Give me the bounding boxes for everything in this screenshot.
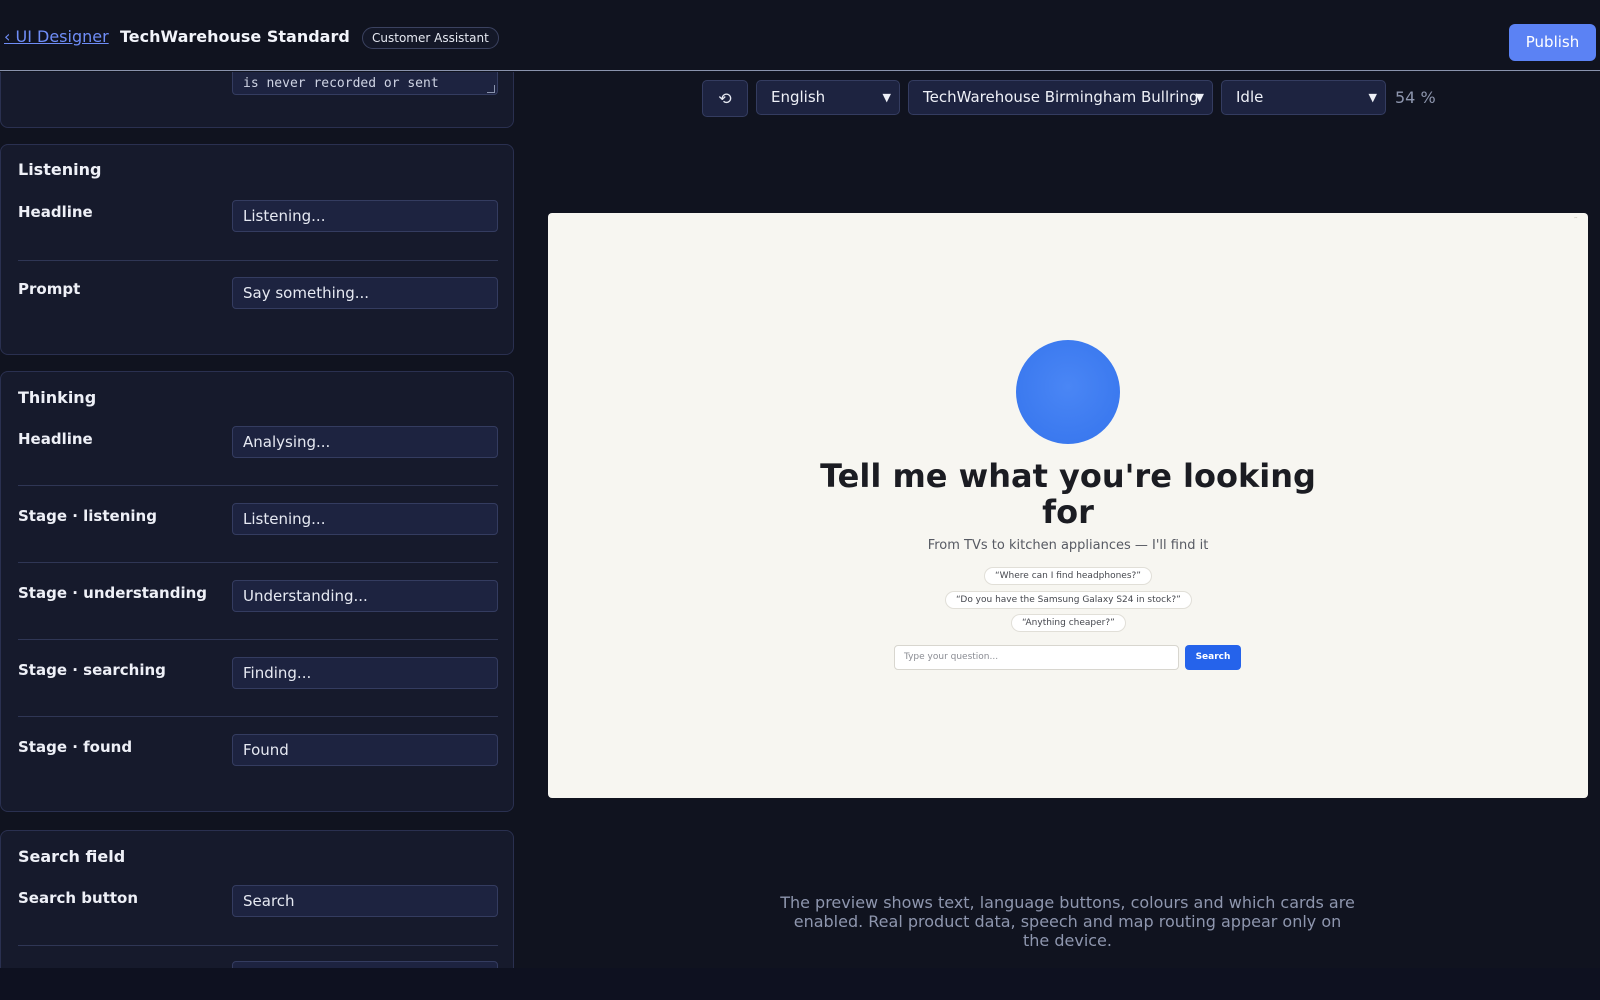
chevron-down-icon: ▼ xyxy=(1195,91,1204,104)
chevron-down-icon: ▼ xyxy=(882,91,891,104)
language-select-value: English xyxy=(771,88,826,106)
editor-panel[interactable]: is never recorded or sent Listening Head… xyxy=(0,72,514,968)
preview-corner-mark: ˜ xyxy=(1573,217,1579,227)
thinking-card-title: Thinking xyxy=(18,388,97,407)
listening-headline-field[interactable]: Listening... xyxy=(232,200,498,232)
search-button-field[interactable]: Search xyxy=(232,885,498,917)
search-field-card-title: Search field xyxy=(18,847,126,866)
thinking-card: Thinking Headline Analysing... Stage · l… xyxy=(0,371,514,812)
suggestion-chip[interactable]: “Do you have the Samsung Galaxy S24 in s… xyxy=(945,591,1192,609)
privacy-textarea-text: is never recorded or sent xyxy=(243,76,439,91)
row-divider xyxy=(18,639,498,640)
row-divider xyxy=(18,716,498,717)
reset-icon: ⟲ xyxy=(718,89,732,108)
store-select[interactable]: TechWarehouse Birmingham Bullring ▼ xyxy=(908,80,1213,115)
page-title: TechWarehouse Standard xyxy=(120,27,350,46)
search-field-card: Search field Search button Search xyxy=(0,830,514,968)
stage-listening-field[interactable]: Listening... xyxy=(232,503,498,535)
next-field[interactable] xyxy=(232,961,498,968)
stage-listening-label: Stage · listening xyxy=(18,507,157,525)
state-select-value: Idle xyxy=(1236,88,1264,106)
search-button-label: Search button xyxy=(18,889,139,907)
stage-understanding-label: Stage · understanding xyxy=(18,584,208,602)
preview-subheadline: From TVs to kitchen appliances — I'll fi… xyxy=(927,538,1209,553)
suggestion-chip[interactable]: “Anything cheaper?” xyxy=(1011,614,1126,632)
listening-prompt-label: Prompt xyxy=(18,280,81,298)
thinking-headline-label: Headline xyxy=(18,430,93,448)
listening-headline-label: Headline xyxy=(18,203,93,221)
stage-understanding-field[interactable]: Understanding... xyxy=(232,580,498,612)
thinking-headline-field[interactable]: Analysing... xyxy=(232,426,498,458)
privacy-textarea[interactable]: is never recorded or sent xyxy=(232,72,498,95)
row-divider xyxy=(18,485,498,486)
assistant-orb[interactable] xyxy=(1016,340,1120,444)
suggestion-chip[interactable]: “Where can I find headphones?” xyxy=(984,567,1152,585)
zoom-level: 54 % xyxy=(1395,88,1436,107)
preview-search-button[interactable]: Search xyxy=(1185,645,1241,670)
device-preview: ˜ Tell me what you're looking for From T… xyxy=(548,213,1588,798)
listening-card: Listening Headline Listening... Prompt S… xyxy=(0,144,514,355)
stage-found-label: Stage · found xyxy=(18,738,133,756)
row-divider xyxy=(18,562,498,563)
row-divider xyxy=(18,260,498,261)
state-select[interactable]: Idle ▼ xyxy=(1221,80,1386,115)
resize-grip-icon[interactable] xyxy=(487,85,495,93)
listening-card-title: Listening xyxy=(18,160,102,179)
preview-question-input[interactable]: Type your question... xyxy=(894,645,1179,670)
language-select[interactable]: English ▼ xyxy=(756,80,900,115)
preview-headline: Tell me what you're looking for xyxy=(820,457,1316,531)
chevron-down-icon: ▼ xyxy=(1368,91,1377,104)
bottom-strip xyxy=(0,968,1600,1000)
stage-searching-label: Stage · searching xyxy=(18,661,166,679)
listening-prompt-field[interactable]: Say something... xyxy=(232,277,498,309)
reset-preview-button[interactable]: ⟲ xyxy=(702,80,748,117)
store-select-value: TechWarehouse Birmingham Bullring xyxy=(923,88,1199,106)
publish-button[interactable]: Publish xyxy=(1509,24,1596,61)
row-divider xyxy=(18,945,498,946)
back-to-ui-designer-link[interactable]: ‹ UI Designer xyxy=(4,27,109,46)
preview-footnote: The preview shows text, language buttons… xyxy=(780,893,1355,950)
assistant-type-badge: Customer Assistant xyxy=(362,27,499,49)
privacy-card: is never recorded or sent xyxy=(0,72,514,128)
stage-searching-field[interactable]: Finding... xyxy=(232,657,498,689)
top-bar: ‹ UI Designer TechWarehouse Standard Cus… xyxy=(0,0,1600,71)
stage-found-field[interactable]: Found xyxy=(232,734,498,766)
